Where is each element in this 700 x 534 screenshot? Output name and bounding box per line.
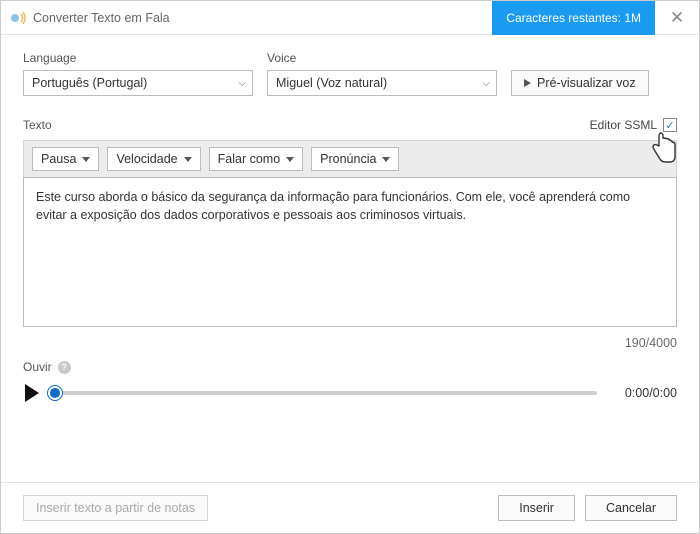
pausa-button[interactable]: Pausa	[32, 147, 99, 171]
velocidade-button[interactable]: Velocidade	[107, 147, 200, 171]
chevron-down-icon: ⌵	[238, 78, 246, 89]
language-label: Language	[23, 51, 253, 65]
play-icon	[524, 79, 531, 87]
seek-slider[interactable]	[55, 391, 597, 395]
cancelar-button[interactable]: Cancelar	[585, 495, 677, 521]
texto-label: Texto	[23, 118, 52, 132]
chevron-down-icon: ⌵	[482, 78, 490, 89]
editor-ssml-toggle[interactable]: Editor SSML ✓	[590, 118, 677, 132]
insert-from-notes-button[interactable]: Inserir texto a partir de notas	[23, 495, 208, 521]
app-icon	[9, 9, 27, 27]
character-counter: 190/4000	[23, 336, 677, 350]
time-display: 0:00/0:00	[613, 386, 677, 400]
inserir-button[interactable]: Inserir	[498, 495, 575, 521]
ssml-toolbar: Pausa Velocidade Falar como Pronúncia	[23, 140, 677, 177]
caret-down-icon	[382, 157, 390, 162]
play-button[interactable]	[25, 384, 39, 402]
falar-como-button[interactable]: Falar como	[209, 147, 304, 171]
window-title: Converter Texto em Fala	[33, 11, 492, 25]
language-value: Português (Portugal)	[32, 76, 147, 90]
slider-thumb[interactable]	[48, 386, 62, 400]
caret-down-icon	[184, 157, 192, 162]
characters-remaining-banner: Caracteres restantes: 1M	[492, 1, 655, 35]
help-icon[interactable]: ?	[58, 361, 71, 374]
ouvir-label: Ouvir	[23, 360, 52, 374]
checkbox-checked-icon: ✓	[663, 118, 677, 132]
voice-select[interactable]: Miguel (Voz natural) ⌵	[267, 70, 497, 96]
caret-down-icon	[82, 157, 90, 162]
text-input[interactable]	[23, 177, 677, 327]
pronuncia-button[interactable]: Pronúncia	[311, 147, 399, 171]
language-field: Language Português (Portugal) ⌵	[23, 51, 253, 96]
footer: Inserir texto a partir de notas Inserir …	[1, 482, 699, 533]
voice-label: Voice	[267, 51, 497, 65]
preview-voice-button[interactable]: Pré-visualizar voz	[511, 70, 649, 96]
titlebar: Converter Texto em Fala Caracteres resta…	[1, 1, 699, 35]
caret-down-icon	[286, 157, 294, 162]
close-button[interactable]: ✕	[655, 1, 699, 35]
language-select[interactable]: Português (Portugal) ⌵	[23, 70, 253, 96]
audio-player: 0:00/0:00	[23, 384, 677, 402]
voice-value: Miguel (Voz natural)	[276, 76, 387, 90]
voice-field: Voice Miguel (Voz natural) ⌵	[267, 51, 497, 96]
